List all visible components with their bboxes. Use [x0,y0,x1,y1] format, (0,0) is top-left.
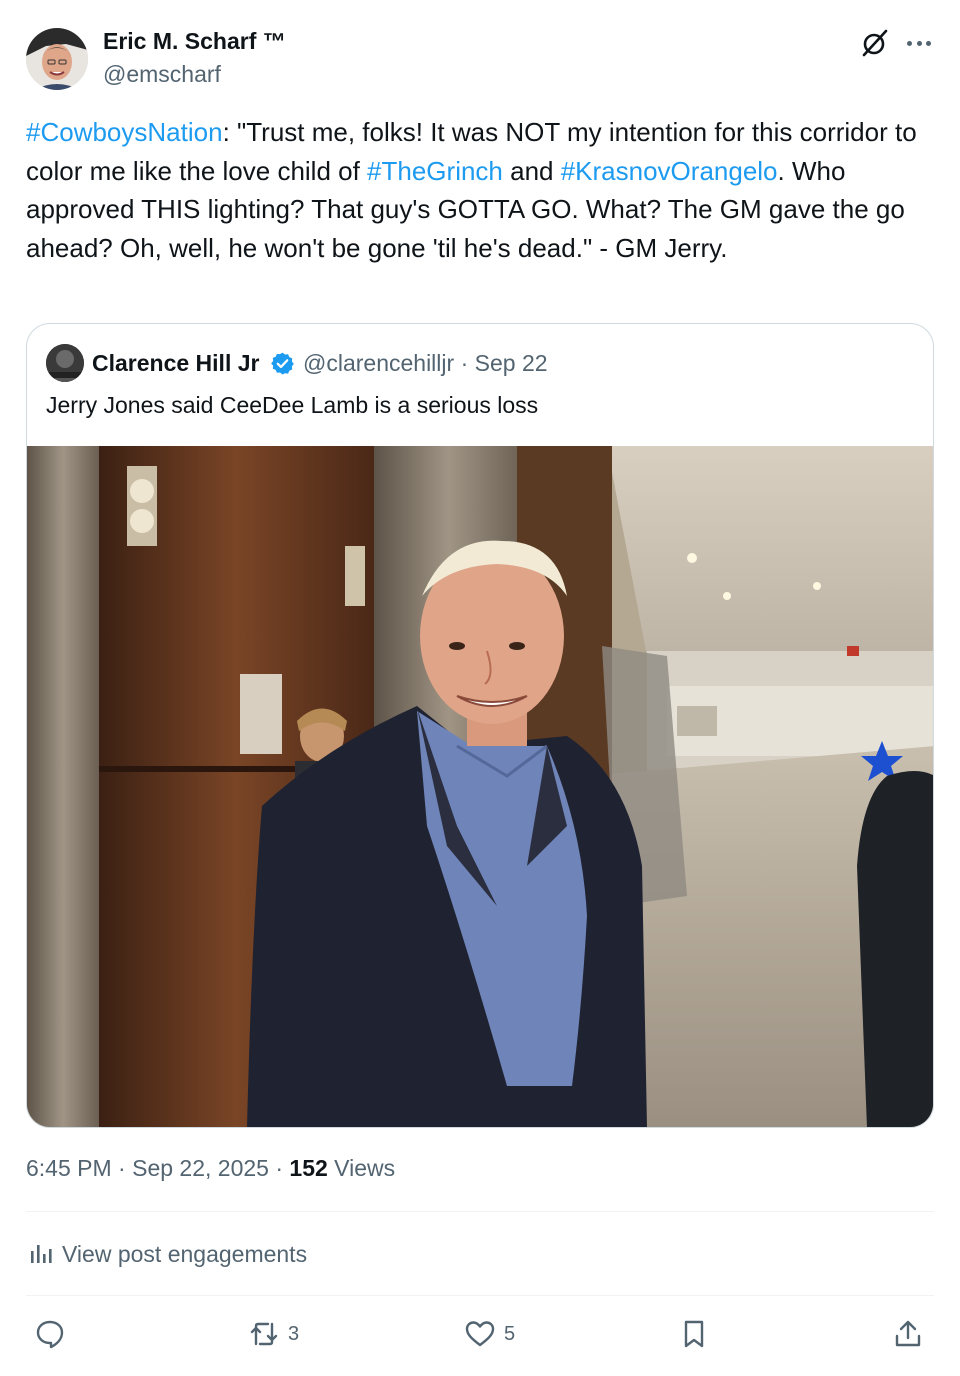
action-bar: 3 5 [26,1312,936,1356]
bookmark-icon [684,1320,704,1348]
quoted-author-avatar[interactable] [46,344,84,382]
post-date[interactable]: Sep 22, 2025 [132,1155,269,1181]
separator: · [118,1155,126,1181]
post-timestamp: 6:45 PM · Sep 22, 2025 · 152 Views [26,1155,395,1182]
post-text-segment: and [502,155,561,186]
like-count: 5 [504,1322,516,1345]
hashtag-thegrinch[interactable]: #TheGrinch [367,156,503,186]
quoted-post[interactable]: Clarence Hill Jr @clarencehilljr · Sep 2… [26,323,934,1128]
reply-button[interactable] [34,1312,66,1356]
reply-icon [36,1320,64,1349]
quoted-meta: @clarencehilljr · Sep 22 [303,350,548,377]
share-icon [895,1320,921,1347]
hashtag-cowboysnation[interactable]: #CowboysNation [26,117,223,147]
post-text: #CowboysNation: "Trust me, folks! It was… [26,113,936,267]
views-count: 152 [289,1155,328,1181]
author-name[interactable]: Eric M. Scharf ™ [103,28,286,55]
like-button[interactable]: 5 [464,1312,515,1356]
analytics-icon [31,1245,52,1263]
quoted-photo[interactable] [27,446,933,1127]
separator: · [460,350,469,376]
separator: · [275,1155,284,1181]
heart-icon [465,1321,495,1347]
more-dots-icon[interactable] [904,30,934,56]
repost-button[interactable]: 3 [248,1312,299,1356]
divider [26,1211,934,1212]
repost-icon [250,1322,278,1346]
view-engagements-link[interactable]: View post engagements [28,1238,307,1270]
share-button[interactable] [892,1312,924,1356]
quoted-author-handle[interactable]: @clarencehilljr [303,350,454,376]
post-header: Eric M. Scharf ™ @emscharf [26,26,936,92]
bookmark-button[interactable] [678,1312,710,1356]
quoted-text: Jerry Jones said CeeDee Lamb is a seriou… [46,392,539,418]
grok-slash-icon[interactable] [860,28,890,58]
post-time[interactable]: 6:45 PM [26,1155,112,1181]
view-engagements-label: View post engagements [62,1240,308,1267]
quoted-author-name[interactable]: Clarence Hill Jr [92,350,259,377]
views-label: Views [334,1155,396,1181]
verified-badge-icon [270,351,295,376]
repost-count: 3 [288,1322,300,1345]
hashtag-krasnovorangelo[interactable]: #KrasnovOrangelo [561,156,778,186]
divider [26,1295,934,1296]
quoted-date[interactable]: Sep 22 [475,350,548,376]
author-handle[interactable]: @emscharf [103,61,221,88]
author-avatar[interactable] [26,28,88,90]
